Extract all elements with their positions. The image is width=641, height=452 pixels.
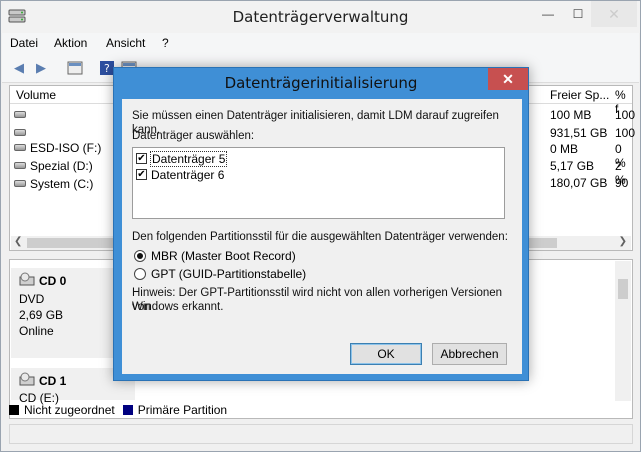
dialog-close-button[interactable]: ✕: [488, 68, 528, 90]
disk-type: DVD: [19, 292, 45, 306]
drive-icon: [14, 144, 26, 151]
free-space-cell: 931,51 GB: [550, 126, 608, 140]
checkbox-disk5[interactable]: ✔: [136, 153, 147, 164]
select-disk-label: Datenträger auswählen:: [132, 130, 255, 142]
cancel-button[interactable]: Abbrechen: [432, 343, 507, 365]
disk-status: Online: [19, 324, 54, 338]
percent-cell: 90: [615, 176, 629, 190]
percent-cell: 100: [615, 126, 636, 140]
drive-icon: [14, 180, 26, 187]
properties-icon[interactable]: [66, 59, 84, 77]
radio-mbr[interactable]: MBR (Master Boot Record): [134, 248, 296, 264]
maximize-button[interactable]: ☐: [563, 1, 593, 27]
scroll-left-icon[interactable]: ❮: [14, 236, 22, 247]
dialog-title: Datenträgerinitialisierung: [224, 74, 418, 92]
title-bar: Datenträgerverwaltung — ☐ ✕: [1, 1, 640, 33]
disk-item-label: Datenträger 5: [149, 150, 228, 167]
list-item[interactable]: [14, 106, 30, 123]
disk-item[interactable]: ✔ Datenträger 6: [136, 167, 224, 182]
free-space-cell: 5,17 GB: [550, 159, 595, 173]
percent-cell: 100: [615, 108, 636, 122]
back-icon[interactable]: ◀: [10, 59, 28, 77]
vertical-scrollbar[interactable]: [615, 261, 631, 401]
radio-gpt[interactable]: GPT (GUID-Partitionstabelle): [134, 266, 306, 282]
gpt-note-line2: Windows erkannt.: [132, 301, 224, 313]
legend-unallocated: Nicht zugeordnet: [24, 403, 115, 417]
free-space-cell: 180,07 GB: [550, 176, 608, 190]
radio-button[interactable]: [134, 250, 146, 262]
radio-button[interactable]: [134, 268, 146, 280]
menu-help[interactable]: ?: [162, 36, 169, 50]
menu-ansicht[interactable]: Ansicht: [106, 36, 145, 50]
drive-icon: [14, 162, 26, 169]
list-item[interactable]: System (C:): [14, 175, 93, 192]
scroll-right-icon[interactable]: ❯: [619, 236, 627, 247]
legend: Nicht zugeordnet Primäre Partition: [9, 402, 227, 418]
disk-title: CD 0: [39, 273, 67, 288]
legend-swatch: [122, 405, 133, 415]
partition-style-label: Den folgenden Partitionsstil für die aus…: [132, 231, 508, 243]
svg-text:?: ?: [104, 62, 110, 75]
cd-drive-icon: [19, 372, 35, 389]
column-volume[interactable]: Volume: [16, 88, 56, 102]
radio-gpt-label: GPT (GUID-Partitionstabelle): [151, 267, 307, 281]
radio-mbr-label: MBR (Master Boot Record): [151, 249, 296, 263]
scroll-thumb[interactable]: [618, 279, 628, 299]
legend-swatch: [9, 405, 19, 415]
checkbox-disk6[interactable]: ✔: [136, 169, 147, 180]
disk-item[interactable]: ✔ Datenträger 5: [136, 150, 228, 167]
menu-datei[interactable]: Datei: [10, 36, 38, 50]
close-button[interactable]: ✕: [591, 1, 637, 27]
column-free-space[interactable]: Freier Sp...: [550, 88, 609, 102]
free-space-cell: 0 MB: [550, 142, 579, 156]
menu-bar: Datei Aktion Ansicht ?: [2, 33, 639, 53]
list-item[interactable]: Spezial (D:): [14, 157, 93, 174]
disk-size: 2,69 GB: [19, 308, 64, 322]
list-item[interactable]: ESD-ISO (F:): [14, 139, 101, 156]
free-space-cell: 100 MB: [550, 108, 592, 122]
minimize-button[interactable]: —: [533, 1, 563, 27]
dialog-body: Sie müssen einen Datenträger initialisie…: [122, 99, 522, 374]
cd-drive-icon: [19, 272, 35, 289]
disk-title: CD 1: [39, 373, 67, 388]
disk-item-label: Datenträger 6: [151, 167, 225, 182]
menu-aktion[interactable]: Aktion: [54, 36, 87, 50]
status-bar: [9, 424, 633, 444]
drive-icon: [14, 111, 26, 118]
forward-icon[interactable]: ▶: [32, 59, 50, 77]
initialize-disk-dialog: Datenträgerinitialisierung ✕ Sie müssen …: [113, 67, 529, 381]
ok-button[interactable]: OK: [350, 343, 422, 365]
disk-selection-list: ✔ Datenträger 5 ✔ Datenträger 6: [132, 147, 505, 219]
drive-icon: [14, 129, 26, 136]
legend-primary-partition: Primäre Partition: [137, 403, 228, 417]
